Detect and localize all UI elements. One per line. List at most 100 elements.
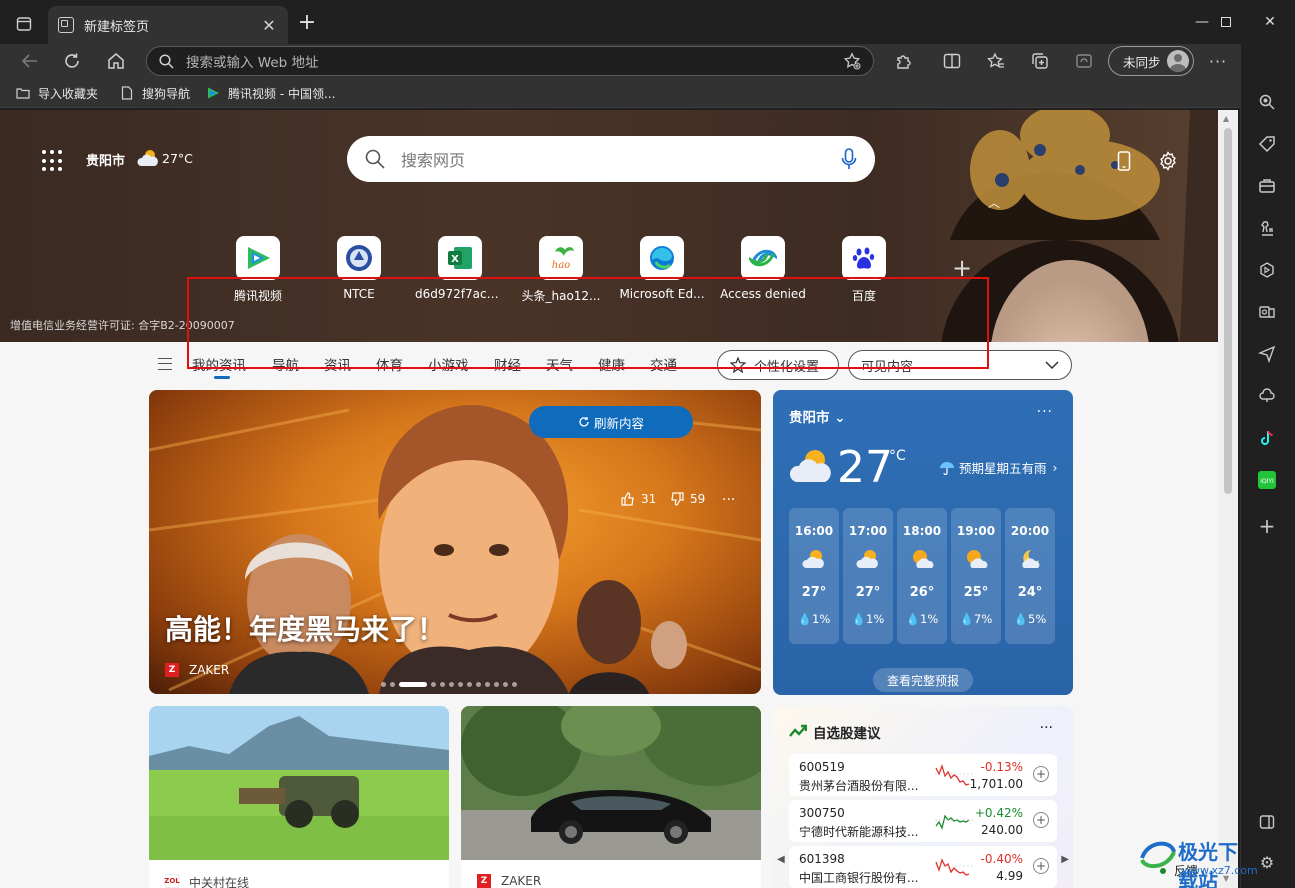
games-chess-icon[interactable] xyxy=(1255,216,1279,240)
news-more-icon[interactable]: ··· xyxy=(722,492,735,508)
stocks-title: 自选股建议 xyxy=(813,726,881,742)
news-source[interactable]: ZAKER xyxy=(189,663,229,677)
highlight-box xyxy=(187,277,989,369)
tencent-video-icon xyxy=(208,87,219,99)
hide-sidebar-icon[interactable] xyxy=(1255,810,1279,834)
chevron-down-icon xyxy=(1045,361,1059,369)
microsoft-365-icon[interactable] xyxy=(1255,258,1279,282)
svg-text:iQIYI: iQIYI xyxy=(1260,478,1274,485)
watermark-site: www.xz7.com xyxy=(1182,864,1258,877)
add-favorite-icon[interactable] xyxy=(843,52,861,70)
weather-unit: °C xyxy=(889,448,906,464)
home-icon[interactable] xyxy=(102,48,130,74)
weather-city[interactable]: 贵阳市 ⌄ xyxy=(789,406,846,426)
favorite-item-sogou[interactable]: 搜狗导航 xyxy=(120,84,190,102)
add-stock-icon[interactable]: + xyxy=(1033,812,1049,828)
carousel-prev-icon[interactable]: ◀ xyxy=(777,854,785,865)
add-sidebar-app-icon[interactable]: + xyxy=(1255,514,1279,538)
sidebar-settings-icon[interactable]: ⚙ xyxy=(1255,850,1279,874)
refresh-content-button[interactable]: 刷新内容 xyxy=(529,406,693,438)
address-placeholder: 搜索或输入 Web 地址 xyxy=(186,55,319,71)
game-scene-image xyxy=(149,706,449,860)
shopping-tag-icon[interactable] xyxy=(1255,132,1279,156)
umbrella-icon xyxy=(940,461,954,475)
refresh-label: 刷新内容 xyxy=(593,415,644,431)
thumbs-up-icon xyxy=(621,492,634,506)
active-tab[interactable]: 新建标签页 ✕ xyxy=(48,6,288,44)
dislike-button[interactable]: 59 xyxy=(670,492,705,506)
hourly-forecast[interactable]: 19:00 25° 💧7% xyxy=(951,508,1001,644)
profile-button[interactable]: 未同步 xyxy=(1108,46,1194,76)
excel-icon: X xyxy=(448,247,472,269)
dislike-count: 59 xyxy=(690,492,706,506)
news-card[interactable]: ZOL 中关村在线 xyxy=(149,706,449,888)
maximize-icon[interactable] xyxy=(1206,8,1246,36)
carousel-dots[interactable] xyxy=(381,682,517,687)
web-search-box[interactable]: 搜索网页 xyxy=(347,136,875,182)
scroll-thumb[interactable] xyxy=(1224,128,1232,494)
cloud-bell-icon[interactable] xyxy=(1255,384,1279,408)
menu-hamburger-icon[interactable] xyxy=(158,358,172,370)
news-card[interactable]: Z ZAKER xyxy=(461,706,761,888)
featured-news-title[interactable]: 高能！年度黑马来了！ xyxy=(165,608,445,648)
refresh-icon[interactable] xyxy=(58,48,86,74)
svg-text:X: X xyxy=(451,254,459,265)
favorite-item-import[interactable]: 导入收藏夹 xyxy=(16,84,98,102)
apps-grid-icon[interactable] xyxy=(42,150,64,172)
collections-icon[interactable] xyxy=(1026,48,1054,74)
tab-actions-icon[interactable] xyxy=(8,10,40,38)
chevron-right-icon: › xyxy=(1052,460,1058,475)
stock-row[interactable]: 601398 中国工商银行股份有... -0.40% 4.99 + xyxy=(789,846,1057,888)
hourly-forecast[interactable]: 16:00 27° 💧1% xyxy=(789,508,839,644)
back-icon[interactable] xyxy=(16,48,44,74)
outlook-icon[interactable] xyxy=(1255,300,1279,324)
stocks-more-icon[interactable]: ··· xyxy=(1040,720,1053,736)
news-source[interactable]: 中关村在线 xyxy=(189,874,249,888)
favorite-label: 导入收藏夹 xyxy=(38,86,99,101)
page-scrollbar[interactable]: ▲ ▼ xyxy=(1218,110,1238,888)
partly-cloudy-icon xyxy=(856,550,878,568)
extensions-icon[interactable] xyxy=(890,48,918,74)
search-sidebar-icon[interactable] xyxy=(1255,90,1279,114)
page-settings-icon[interactable] xyxy=(1155,148,1181,174)
add-stock-icon[interactable]: + xyxy=(1033,766,1049,782)
stock-row[interactable]: 300750 宁德时代新能源科技... +0.42% 240.00 + xyxy=(789,800,1057,842)
like-button[interactable]: 31 xyxy=(621,492,656,506)
split-screen-icon[interactable] xyxy=(938,48,966,74)
browser-essentials-icon[interactable] xyxy=(1070,48,1098,74)
mobile-phone-icon[interactable] xyxy=(1111,148,1137,174)
sunset-cloudy-icon xyxy=(913,550,934,568)
tab-close-icon[interactable]: ✕ xyxy=(260,16,278,35)
iqiyi-icon[interactable]: iQIYI xyxy=(1255,468,1279,492)
stock-row[interactable]: 600519 贵州茅台酒股份有限... -0.13% 1,701.00 + xyxy=(789,754,1057,796)
featured-news-card[interactable]: 刷新内容 高能！年度黑马来了！ Z ZAKER xyxy=(149,390,761,694)
news-source[interactable]: ZAKER xyxy=(501,874,541,888)
weather-forecast-link[interactable]: 预期星期五有雨 › xyxy=(939,458,1058,477)
location-city[interactable]: 贵阳市 xyxy=(86,150,125,169)
address-bar[interactable]: 搜索或输入 Web 地址 xyxy=(146,46,874,76)
hourly-forecast[interactable]: 20:00 24° 💧5% xyxy=(1005,508,1055,644)
close-window-icon[interactable]: ✕ xyxy=(1250,8,1290,36)
hourly-forecast[interactable]: 17:00 27° 💧1% xyxy=(843,508,893,644)
drop-send-icon[interactable] xyxy=(1255,342,1279,366)
tiktok-icon[interactable] xyxy=(1255,426,1279,450)
stock-trend-icon xyxy=(789,724,807,737)
weather-summary[interactable]: 27°C xyxy=(136,148,193,168)
favorite-item-tencent-video[interactable]: 腾讯视频 - 中国领... xyxy=(206,84,335,102)
microphone-icon[interactable] xyxy=(841,148,857,170)
title-bar: 新建标签页 ✕ + — ✕ xyxy=(0,0,1295,44)
tools-toolbox-icon[interactable] xyxy=(1255,174,1279,198)
weather-card: 贵阳市 ⌄ ··· 27 °C 预期星期五有雨 › 16:00 27° 💧1% … xyxy=(773,390,1073,695)
full-forecast-button[interactable]: 查看完整预报 xyxy=(873,668,973,692)
partly-cloudy-icon xyxy=(789,450,831,482)
carousel-next-icon[interactable]: ▶ xyxy=(1061,854,1069,865)
more-options-icon[interactable]: ··· xyxy=(1204,48,1232,74)
chevron-up-icon[interactable]: ︿ xyxy=(988,194,1000,211)
import-folder-icon xyxy=(16,88,30,99)
weather-more-icon[interactable]: ··· xyxy=(1037,404,1053,420)
scroll-up-icon[interactable]: ▲ xyxy=(1223,114,1229,123)
add-stock-icon[interactable]: + xyxy=(1033,858,1049,874)
new-tab-button[interactable]: + xyxy=(294,12,320,38)
hourly-forecast[interactable]: 18:00 26° 💧1% xyxy=(897,508,947,644)
favorites-icon[interactable] xyxy=(982,48,1010,74)
